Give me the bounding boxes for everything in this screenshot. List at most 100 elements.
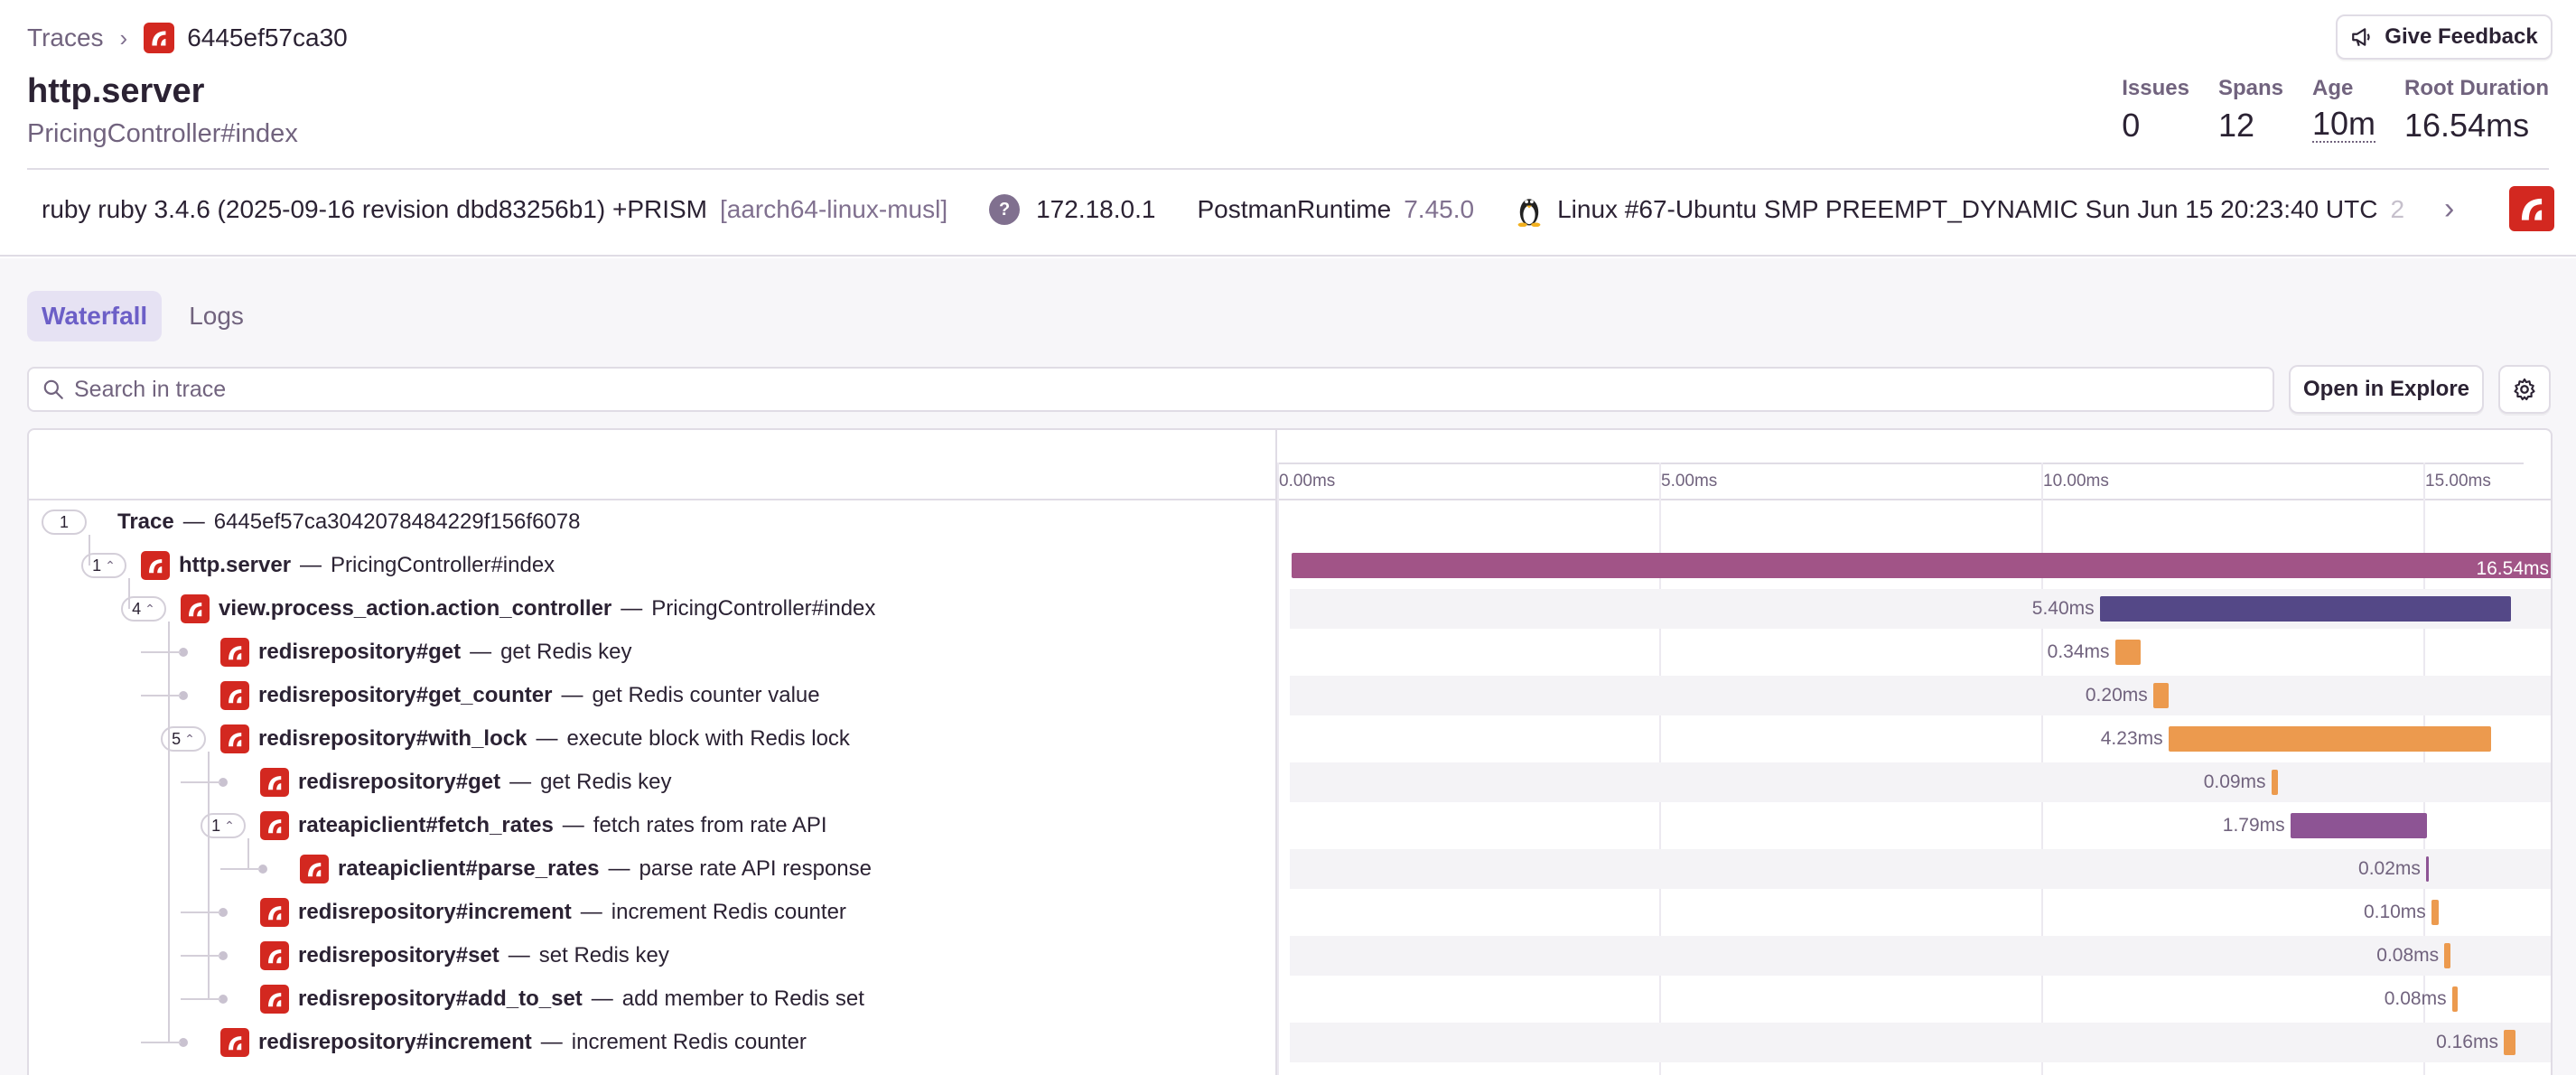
context-os-overflow: 2 bbox=[2390, 195, 2405, 223]
span-row[interactable]: 5 ⌃ redisrepository#with_lock — execute bloc… bbox=[29, 717, 2551, 761]
span-duration-bar[interactable] bbox=[2425, 856, 2429, 882]
stat-value: 10m bbox=[2311, 105, 2376, 143]
span-children-count: 1 bbox=[211, 816, 221, 835]
span-label: redisrepository#get_counter — get Redis co… bbox=[220, 674, 820, 717]
span-description: PricingController#index bbox=[651, 596, 876, 621]
give-feedback-button[interactable]: Give Feedback bbox=[2336, 14, 2553, 60]
gear-icon bbox=[2514, 378, 2535, 401]
chevron-right-icon[interactable]: › bbox=[2444, 192, 2454, 227]
chevron-up-icon: ⌃ bbox=[105, 557, 116, 573]
span-duration-bar[interactable] bbox=[2451, 986, 2459, 1012]
trace-header: Traces › 6445ef57ca30 Give Feedback http… bbox=[0, 0, 2576, 257]
timeline-tick-label: 5.00ms bbox=[1661, 472, 1718, 491]
page-subtitle: PricingController#index bbox=[27, 119, 298, 148]
breadcrumb-separator: › bbox=[119, 23, 128, 51]
label-separator: — bbox=[562, 813, 584, 837]
settings-button[interactable] bbox=[2498, 365, 2551, 414]
context-bar: ruby ruby 3.4.6 (2025-09-16 revision dbd… bbox=[42, 190, 2444, 229]
span-duration-label: 0.16ms bbox=[2436, 1032, 2498, 1052]
context-client[interactable]: PostmanRuntime bbox=[1197, 195, 1391, 224]
span-description: fetch rates from rate API bbox=[593, 813, 827, 837]
span-row[interactable]: redisrepository#increment — increment Redi… bbox=[29, 1021, 2551, 1064]
span-row[interactable]: rateapiclient#parse_rates — parse rate API… bbox=[29, 847, 2551, 891]
trace-span-count-pill[interactable]: 1 bbox=[42, 509, 87, 535]
span-duration-bar[interactable] bbox=[2271, 770, 2279, 795]
search-box bbox=[27, 367, 2274, 412]
span-duration-bar[interactable] bbox=[2503, 1030, 2516, 1055]
span-duration-label: 0.20ms bbox=[2085, 685, 2148, 706]
label-separator: — bbox=[561, 683, 583, 707]
span-duration-label: 0.08ms bbox=[2376, 945, 2440, 966]
span-row[interactable]: 4 ⌃ view.process_action.action_controller —… bbox=[29, 587, 2551, 631]
chevron-up-icon: ⌃ bbox=[184, 731, 195, 746]
ruby-icon[interactable] bbox=[2509, 186, 2554, 231]
span-duration-label: 0.34ms bbox=[2047, 641, 2110, 662]
context-os[interactable]: Linux #67-Ubuntu SMP PREEMPT_DYNAMIC Sun… bbox=[1557, 195, 2377, 224]
tab-logs[interactable]: Logs bbox=[174, 291, 258, 341]
tree-connector bbox=[181, 998, 220, 1000]
stat-issues[interactable]: Issues 0 bbox=[2122, 76, 2189, 145]
span-label: redisrepository#add_to_set — add member to… bbox=[260, 977, 864, 1021]
context-runtime[interactable]: ruby ruby 3.4.6 (2025-09-16 revision dbd… bbox=[42, 195, 707, 224]
span-description: add member to Redis set bbox=[621, 986, 864, 1011]
trace-root-row[interactable]: 1 Trace — 6445ef57ca3042078484229f156f6078 bbox=[29, 500, 2551, 544]
trace-root-label: Trace — 6445ef57ca3042078484229f156f6078 bbox=[117, 500, 580, 544]
span-row[interactable]: redisrepository#get — get Redis key 0.09ms bbox=[29, 761, 2551, 804]
span-operation: redisrepository#get bbox=[298, 770, 501, 794]
span-row-background bbox=[1290, 936, 2551, 976]
span-label: http.server — PricingController#index bbox=[141, 544, 555, 587]
context-ip[interactable]: 172.18.0.1 bbox=[1036, 195, 1155, 224]
span-operation: redisrepository#increment bbox=[258, 1030, 532, 1054]
context-client-version: 7.45.0 bbox=[1404, 195, 1475, 223]
breadcrumb-traces-link[interactable]: Traces bbox=[27, 23, 104, 52]
label-separator: — bbox=[591, 986, 613, 1011]
stat-root-duration: Root Duration 16.54ms bbox=[2404, 76, 2549, 145]
span-row[interactable]: redisrepository#set — set Redis key 0.08ms bbox=[29, 934, 2551, 977]
span-description: get Redis counter value bbox=[592, 683, 820, 707]
span-duration-label: 0.02ms bbox=[2358, 858, 2421, 879]
timeline-tick-label: 0.00ms bbox=[1279, 472, 1336, 491]
timeline-tick-label: 10.00ms bbox=[2043, 472, 2109, 491]
span-duration-bar[interactable] bbox=[2444, 943, 2450, 968]
span-duration-bar[interactable] bbox=[2168, 726, 2491, 752]
span-row[interactable]: redisrepository#get_counter — get Redis co… bbox=[29, 674, 2551, 717]
breadcrumb: Traces › 6445ef57ca30 bbox=[27, 20, 348, 56]
stat-label: Root Duration bbox=[2404, 76, 2549, 100]
span-duration-label: 0.10ms bbox=[2363, 902, 2426, 922]
trace-content: Waterfall Logs Open in Explore 0.00ms 5.0… bbox=[0, 258, 2576, 1075]
linux-icon bbox=[1517, 199, 1541, 227]
ruby-icon bbox=[300, 855, 329, 883]
span-duration-bar[interactable] bbox=[2290, 813, 2427, 838]
tab-waterfall[interactable]: Waterfall bbox=[27, 291, 163, 341]
span-operation: http.server bbox=[179, 553, 292, 577]
label-separator: — bbox=[509, 770, 532, 794]
ruby-icon bbox=[141, 551, 170, 580]
span-duration-bar[interactable] bbox=[1292, 553, 2551, 578]
unknown-ip-icon: ? bbox=[989, 194, 1021, 225]
tree-guide-line bbox=[128, 578, 130, 609]
search-input[interactable] bbox=[74, 376, 2242, 403]
label-separator: — bbox=[536, 726, 558, 751]
label-separator: — bbox=[182, 509, 205, 534]
span-duration-bar[interactable] bbox=[2099, 596, 2512, 622]
span-label: redisrepository#get — get Redis key bbox=[220, 631, 631, 674]
breadcrumb-trace-id: 6445ef57ca30 bbox=[187, 23, 348, 51]
span-duration-bar[interactable] bbox=[2152, 683, 2169, 708]
span-row[interactable]: redisrepository#get — get Redis key 0.34ms bbox=[29, 631, 2551, 674]
stat-label: Issues bbox=[2122, 76, 2189, 100]
span-row[interactable]: redisrepository#add_to_set — add member to… bbox=[29, 977, 2551, 1021]
open-in-explore-button[interactable]: Open in Explore bbox=[2289, 365, 2484, 414]
span-duration-bar[interactable] bbox=[2431, 900, 2440, 925]
span-duration-bar[interactable] bbox=[2114, 640, 2142, 665]
span-row[interactable]: redisrepository#increment — increment Redi… bbox=[29, 891, 2551, 934]
stat-spans: Spans 12 bbox=[2218, 76, 2283, 145]
span-description: parse rate API response bbox=[639, 856, 872, 881]
span-row[interactable]: 1 ⌃ http.server — PricingController#index 16.… bbox=[29, 544, 2551, 587]
ruby-icon bbox=[220, 1028, 249, 1057]
stat-value: 0 bbox=[2122, 107, 2141, 144]
ruby-icon bbox=[260, 985, 289, 1014]
span-row[interactable]: 1 ⌃ rateapiclient#fetch_rates — fetch rates … bbox=[29, 804, 2551, 847]
span-row-background bbox=[1290, 762, 2551, 802]
tree-connector bbox=[141, 695, 181, 696]
span-label: view.process_action.action_controller — Pr… bbox=[181, 587, 875, 631]
